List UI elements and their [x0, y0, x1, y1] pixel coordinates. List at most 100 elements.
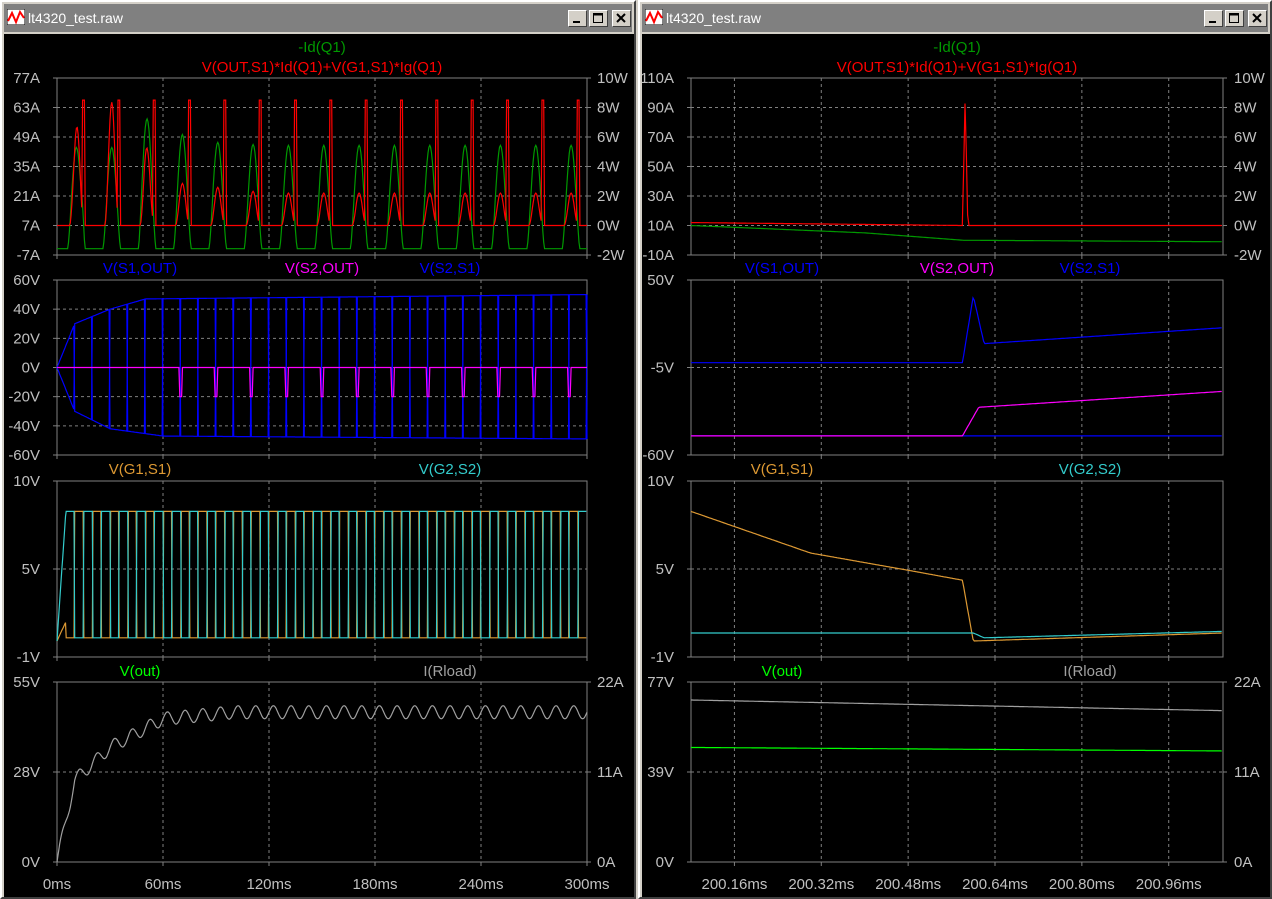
trace-label: I(Rload) [423, 663, 476, 680]
series-v-out-s1-id-q1-v-g1-s1-ig-q1--line [57, 99, 587, 227]
pane-2[interactable]: 60V 40V 20V 0V -20V -40V -60V V(S1,OUT) V(S2,OUT… [8, 260, 588, 464]
series-i-rload--line [56, 705, 588, 863]
y-tick-label: 0V [656, 854, 674, 871]
series-v-g1-s1--line [690, 510, 1222, 642]
x-tick-label: 200.64ms [962, 876, 1028, 893]
trace-label: V(out) [120, 663, 161, 680]
y-tick-label: 5V [656, 561, 674, 578]
y2-tick-label: 6W [1234, 129, 1257, 146]
series-v-out--line [691, 746, 1222, 752]
y-tick-label: 10V [13, 473, 40, 490]
waveform-window-2[interactable]: lt4320_test.raw 110A 90A 70A 50A 30A 10A -10A 10… [638, 0, 1272, 899]
trace-label: V(S2,OUT) [920, 260, 994, 277]
y-tick-label: -7A [17, 247, 40, 264]
y-tick-label: 55V [13, 674, 40, 691]
trace-label: V(out) [762, 663, 803, 680]
series-v-out-s1-id-q1-v-g1-s1-ig-q1--line [691, 103, 1222, 227]
y-tick-label: -20V [8, 389, 40, 406]
y-tick-label: 60V [13, 272, 40, 289]
pane-4[interactable]: 55V 28V 0V 22A 11A 0A V(out) I(Rload) [13, 663, 623, 871]
y-tick-label: 40V [13, 301, 40, 318]
minimize-button[interactable] [1204, 10, 1223, 27]
trace-label: V(S2,S1) [1060, 260, 1121, 277]
maximize-button[interactable] [589, 10, 608, 27]
y2-tick-label: 11A [597, 764, 623, 781]
plot-area[interactable]: 77A 63A 49A 35A 21A 7A -7A 10W 8W 6W 4W 2W 0W -2W -Id(… [4, 34, 634, 897]
y2-tick-label: 22A [1234, 674, 1261, 691]
y-tick-label: 77V [647, 674, 674, 691]
y-tick-label: 28V [13, 764, 40, 781]
y2-tick-label: 22A [597, 674, 624, 691]
y-tick-label: 49A [13, 129, 40, 146]
close-button[interactable] [1248, 10, 1267, 27]
x-tick-label: 200.32ms [788, 876, 854, 893]
trace-label: V(G2,S2) [419, 461, 482, 478]
y-tick-label: -1V [651, 649, 674, 666]
waveform-app-icon [645, 9, 663, 25]
x-tick-label: 200.80ms [1049, 876, 1115, 893]
maximize-icon [1229, 13, 1239, 23]
x-tick-label: 300ms [564, 876, 609, 893]
y-tick-label: -5V [651, 360, 674, 377]
trace-label: V(G1,S1) [751, 461, 814, 478]
series-v-s2-s1--line [691, 296, 1222, 364]
title-bar[interactable]: lt4320_test.raw [642, 4, 1268, 32]
trace-label: -Id(Q1) [933, 39, 981, 56]
trace-label: -Id(Q1) [298, 39, 346, 56]
pane-2[interactable]: 50V -5V -60V V(S1,OUT) V(S2,OUT) V(S2,S1) [642, 260, 1224, 464]
pane-1[interactable]: 77A 63A 49A 35A 21A 7A -7A 10W 8W 6W 4W 2W 0W -2W -Id(… [13, 39, 628, 264]
y2-tick-label: -2W [597, 247, 625, 264]
plot-area[interactable]: 110A 90A 70A 50A 30A 10A -10A 10W 8W 6W 4W 2W 0W -2W -… [642, 34, 1270, 897]
y-tick-label: -60V [642, 447, 674, 464]
x-tick-label: 200.48ms [875, 876, 941, 893]
y-tick-label: 90A [647, 100, 674, 117]
trace-label: V(S2,S1) [420, 260, 481, 277]
y2-tick-label: 6W [597, 129, 620, 146]
y2-tick-label: 10W [597, 70, 629, 87]
minimize-icon [1209, 21, 1216, 23]
x-tick-label: 200.96ms [1136, 876, 1202, 893]
minimize-icon [573, 21, 580, 23]
close-icon [1252, 13, 1262, 23]
series--id-q1--line [690, 224, 1222, 243]
y2-tick-label: 0W [1234, 218, 1257, 235]
window-title: lt4320_test.raw [666, 10, 761, 26]
window-title: lt4320_test.raw [28, 10, 123, 26]
trace-label: V(OUT,S1)*Id(Q1)+V(G1,S1)*Ig(Q1) [202, 59, 442, 76]
y-tick-label: 7A [22, 218, 40, 235]
series-i-rload--line [691, 699, 1222, 712]
y2-tick-label: 4W [1234, 159, 1257, 176]
series-v-g2-s2--line [691, 630, 1222, 639]
x-tick-label: 60ms [145, 876, 182, 893]
y2-tick-label: 8W [1234, 100, 1257, 117]
maximize-button[interactable] [1225, 10, 1244, 27]
y-tick-label: 77A [13, 70, 40, 87]
y-tick-label: 50V [647, 272, 674, 289]
pane-1[interactable]: 110A 90A 70A 50A 30A 10A -10A 10W 8W 6W 4W 2W 0W -2W -… [642, 39, 1266, 264]
title-bar[interactable]: lt4320_test.raw [4, 4, 632, 32]
close-icon [616, 13, 626, 23]
y-tick-label: 70A [647, 129, 674, 146]
y-tick-label: 20V [13, 330, 40, 347]
trace-label: V(G1,S1) [109, 461, 172, 478]
minimize-button[interactable] [568, 10, 587, 27]
waveform-app-icon [7, 9, 25, 25]
y-tick-label: 110A [642, 70, 674, 87]
y-tick-label: -60V [8, 447, 40, 464]
waveform-window-1[interactable]: lt4320_test.raw 77A 63A 49A 35A 21A 7A -7A 10W 8W… [0, 0, 636, 899]
pane-3[interactable]: 10V 5V -1V V(G1,S1) V(G2,S2) [13, 461, 588, 666]
y-tick-label: 63A [13, 100, 40, 117]
x-tick-label: 200.16ms [701, 876, 767, 893]
y2-tick-label: 0W [597, 218, 620, 235]
close-button[interactable] [612, 10, 631, 27]
y-tick-label: -40V [8, 418, 40, 435]
y2-tick-label: 2W [597, 188, 620, 205]
y2-tick-label: 11A [1234, 764, 1260, 781]
x-tick-label: 180ms [352, 876, 397, 893]
x-tick-label: 240ms [458, 876, 503, 893]
y2-tick-label: 4W [597, 159, 620, 176]
y2-tick-label: 0A [1234, 854, 1252, 871]
y2-tick-label: -2W [1234, 247, 1262, 264]
y-tick-label: 50A [647, 159, 674, 176]
trace-label: V(G2,S2) [1059, 461, 1122, 478]
